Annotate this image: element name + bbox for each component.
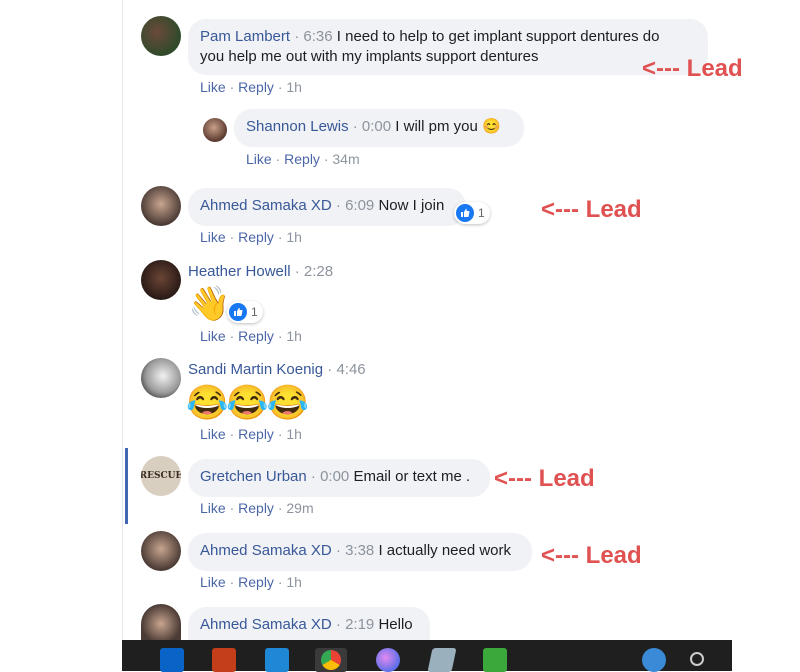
thumbs-up-icon xyxy=(456,204,474,222)
comment-actions: Like · Reply · 29m xyxy=(200,500,314,516)
comment-age: 1h xyxy=(286,328,302,344)
laughing-emoji: 😂😂😂 xyxy=(186,384,309,422)
network-icon[interactable] xyxy=(690,652,704,666)
author-name[interactable]: Heather Howell xyxy=(188,263,291,280)
timestamp: 3:38 xyxy=(345,542,375,559)
timestamp: 6:09 xyxy=(345,197,375,214)
author-name[interactable]: Ahmed Samaka XD xyxy=(200,542,332,559)
timestamp: 0:00 xyxy=(320,468,350,485)
highlight-bar xyxy=(125,448,128,524)
like-link[interactable]: Like xyxy=(200,426,226,442)
author-line: Sandi Martin Koenig · 4:46 xyxy=(188,361,366,378)
avatar[interactable] xyxy=(141,604,181,640)
author-name[interactable]: Shannon Lewis xyxy=(246,118,349,135)
reply-link[interactable]: Reply xyxy=(238,79,274,95)
smile-emoji: 😊 xyxy=(482,118,501,135)
comment-age: 1h xyxy=(286,229,302,245)
timestamp: 6:36 xyxy=(303,28,333,45)
help-icon[interactable] xyxy=(642,648,666,672)
author-name[interactable]: Gretchen Urban xyxy=(200,468,307,485)
avatar[interactable] xyxy=(203,118,227,142)
like-link[interactable]: Like xyxy=(200,79,226,95)
reply-link[interactable]: Reply xyxy=(238,500,274,516)
avatar[interactable] xyxy=(141,16,181,56)
timestamp: 2:19 xyxy=(345,616,375,633)
comment-actions: Like · Reply · 1h xyxy=(200,574,302,590)
store-icon[interactable] xyxy=(265,648,289,672)
comment-age: 1h xyxy=(286,426,302,442)
app-orb-icon[interactable] xyxy=(376,648,400,672)
comment-text: Now I join xyxy=(378,197,445,214)
avatar[interactable] xyxy=(141,358,181,398)
author-name[interactable]: Pam Lambert xyxy=(200,28,290,45)
lead-annotation: <--- Lead xyxy=(642,55,743,82)
reply-link[interactable]: Reply xyxy=(238,328,274,344)
comment-text: I actually need work xyxy=(378,542,512,559)
timestamp: 0:00 xyxy=(361,118,392,135)
comment-age: 34m xyxy=(332,151,360,167)
outlook-icon[interactable] xyxy=(160,648,184,672)
author-name[interactable]: Sandi Martin Koenig xyxy=(188,361,323,378)
comment-text: Email or text me . xyxy=(353,468,471,485)
avatar[interactable] xyxy=(141,531,181,571)
author-name[interactable]: Ahmed Samaka XD xyxy=(200,197,332,214)
like-link[interactable]: Like xyxy=(246,151,272,167)
notes-icon[interactable] xyxy=(427,648,457,672)
reaction-count[interactable]: 1 xyxy=(454,202,490,224)
chrome-icon[interactable] xyxy=(315,648,347,672)
comment-actions: Like · Reply · 1h xyxy=(200,328,302,344)
comment-age: 1h xyxy=(286,79,302,95)
comment-text: you help me out with my implants support… xyxy=(200,48,539,65)
comment-bubble: Ahmed Samaka XD · 6:09 Now I join xyxy=(188,188,466,226)
comment-bubble: Ahmed Samaka XD · 2:19 Hello xyxy=(188,607,430,640)
avatar[interactable]: RESCUE xyxy=(141,456,181,496)
like-link[interactable]: Like xyxy=(200,500,226,516)
comment-age: 1h xyxy=(286,574,302,590)
reply-link[interactable]: Reply xyxy=(238,229,274,245)
avatar[interactable] xyxy=(141,186,181,226)
reply-link[interactable]: Reply xyxy=(284,151,320,167)
comment-age: 29m xyxy=(286,500,314,516)
author-line: Heather Howell · 2:28 xyxy=(188,263,334,280)
comment-text: I will pm you xyxy=(395,118,478,135)
comment-bubble: Gretchen Urban · 0:00 Email or text me . xyxy=(188,459,490,497)
avatar-text: RESCUE xyxy=(141,471,181,481)
thumbs-up-icon xyxy=(229,303,247,321)
reaction-count[interactable]: 1 xyxy=(227,301,263,323)
author-name[interactable]: Ahmed Samaka XD xyxy=(200,616,332,633)
comment-bubble: Ahmed Samaka XD · 3:38 I actually need w… xyxy=(188,533,532,571)
comment-actions: Like · Reply · 1h xyxy=(200,426,302,442)
like-link[interactable]: Like xyxy=(200,229,226,245)
timestamp: 2:28 xyxy=(303,263,334,280)
comment-actions: Like · Reply · 34m xyxy=(246,151,360,167)
windows-taskbar xyxy=(122,640,732,672)
lead-annotation: <--- Lead xyxy=(541,542,642,569)
comment-actions: Like · Reply · 1h xyxy=(200,79,302,95)
reply-link[interactable]: Reply xyxy=(238,426,274,442)
reply-link[interactable]: Reply xyxy=(238,574,274,590)
comment-actions: Like · Reply · 1h xyxy=(200,229,302,245)
camtasia-icon[interactable] xyxy=(483,648,507,672)
comment-text: Hello xyxy=(378,616,413,633)
avatar[interactable] xyxy=(141,260,181,300)
timestamp: 4:46 xyxy=(336,361,366,378)
powerpoint-icon[interactable] xyxy=(212,648,236,672)
like-link[interactable]: Like xyxy=(200,328,226,344)
like-link[interactable]: Like xyxy=(200,574,226,590)
wave-emoji: 👋 xyxy=(188,285,231,323)
lead-annotation: <--- Lead xyxy=(494,465,595,492)
comment-bubble: Shannon Lewis · 0:00 I will pm you 😊 xyxy=(234,109,524,147)
comment-bubble: Pam Lambert · 6:36 I need to help to get… xyxy=(188,19,708,75)
lead-annotation: <--- Lead xyxy=(541,196,642,223)
comment-text: I need to help to get implant support de… xyxy=(336,28,660,45)
